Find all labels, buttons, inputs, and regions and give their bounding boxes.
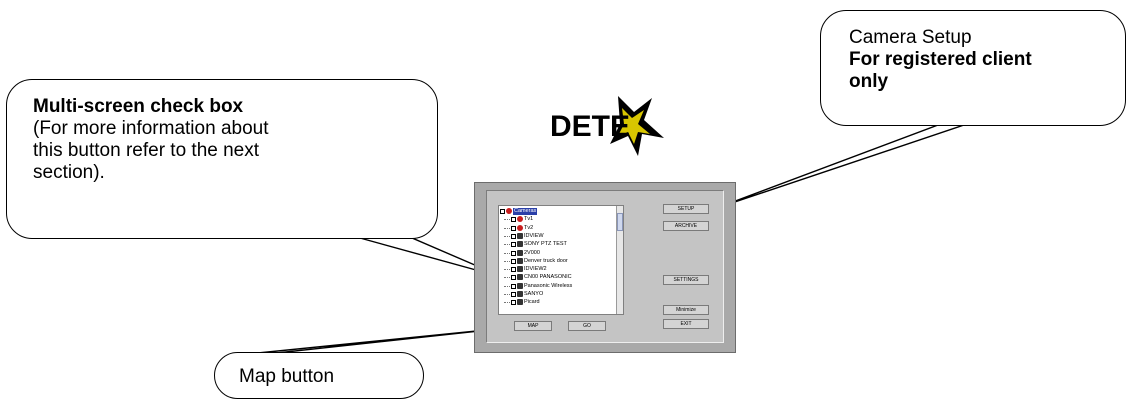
camera-callout-title: Camera Setup bbox=[849, 27, 972, 48]
multiscreen-checkbox[interactable] bbox=[511, 225, 516, 231]
camera-icon bbox=[517, 266, 523, 273]
tree-connector bbox=[504, 235, 510, 237]
camera-icon bbox=[517, 241, 523, 248]
tree-item-label: Tv2 bbox=[524, 224, 534, 231]
tree-item[interactable]: 2V000 bbox=[499, 249, 617, 257]
tree-item-label: Tv1 bbox=[524, 216, 534, 223]
tree-item[interactable]: SANYO bbox=[499, 291, 617, 298]
multiscreen-checkbox[interactable] bbox=[511, 233, 516, 239]
tree-item[interactable]: Picard bbox=[499, 299, 617, 306]
map-button-callout: Map button bbox=[214, 352, 424, 399]
multiscreen-checkbox[interactable] bbox=[511, 242, 516, 248]
multiscreen-checkbox[interactable] bbox=[500, 209, 505, 214]
tree-item-label: 2V000 bbox=[524, 249, 540, 256]
tree-item[interactable]: CN00 PANASONIC bbox=[499, 274, 617, 281]
archive-button[interactable]: ARCHIVE bbox=[663, 221, 709, 231]
tree-item-label: Panasonic Wireless bbox=[524, 282, 573, 289]
setup-button[interactable]: SETUP bbox=[663, 204, 709, 214]
tree-item-label: IDVIEW2 bbox=[524, 266, 547, 273]
logo-text: DETE bbox=[550, 110, 630, 143]
camera-tree[interactable]: Cameras Tv1 Tv2 IDVIEW SONY PTZ TEST 2V000 Den… bbox=[498, 205, 624, 315]
tree-connector bbox=[504, 302, 510, 304]
go-button[interactable]: GO bbox=[568, 321, 606, 331]
tree-connector bbox=[504, 277, 510, 279]
multiscreen-callout-line: (For more information about bbox=[33, 118, 269, 139]
tree-connector bbox=[504, 294, 510, 295]
tree-item-label: SANYO bbox=[524, 291, 544, 297]
tree-item-label: IDVIEW bbox=[524, 232, 544, 239]
multiscreen-callout-heading: Multi-screen check box bbox=[33, 96, 244, 117]
camera-setup-callout: Camera Setup For registered client only bbox=[820, 10, 1126, 126]
camera-icon bbox=[517, 249, 523, 256]
tree-item-label: Cameras bbox=[513, 208, 538, 215]
multiscreen-checkbox[interactable] bbox=[511, 292, 516, 297]
camera-callout-bold-line: For registered client bbox=[849, 49, 1032, 70]
tree-connector bbox=[504, 227, 510, 229]
tree-item[interactable]: Cameras bbox=[499, 208, 617, 215]
settings-button[interactable]: SETTINGS bbox=[663, 275, 709, 285]
tree-scroll-thumb[interactable] bbox=[617, 213, 623, 231]
tree-item[interactable]: Denver truck door bbox=[499, 257, 617, 265]
tree-item[interactable]: IDVIEW bbox=[499, 232, 617, 240]
multiscreen-callout-line: section). bbox=[33, 162, 105, 183]
multiscreen-checkbox[interactable] bbox=[511, 300, 516, 306]
detex-logo: DETE bbox=[550, 96, 664, 156]
tree-item[interactable]: IDVIEW2 bbox=[499, 266, 617, 273]
minimize-button[interactable]: Minimize bbox=[663, 305, 709, 315]
exit-button[interactable]: EXIT bbox=[663, 319, 709, 329]
tree-scrollbar[interactable] bbox=[616, 206, 623, 314]
tree-item[interactable]: Tv1 bbox=[499, 216, 617, 223]
tree-item[interactable]: Panasonic Wireless bbox=[499, 282, 617, 290]
camera-icon bbox=[517, 232, 523, 239]
tree-item[interactable]: SONY PTZ TEST bbox=[499, 241, 617, 248]
camera-icon bbox=[517, 274, 523, 281]
multiscreen-checkbox[interactable] bbox=[511, 217, 516, 223]
root-icon bbox=[506, 208, 512, 214]
map-callout-text: Map button bbox=[239, 366, 335, 387]
camera-icon bbox=[517, 291, 523, 297]
tree-item-label: SONY PTZ TEST bbox=[524, 241, 567, 248]
camera-icon bbox=[517, 299, 523, 306]
red-dome-icon bbox=[517, 224, 523, 231]
tree-connector bbox=[504, 260, 510, 262]
multiscreen-checkbox[interactable] bbox=[511, 275, 516, 281]
tree-item-label: Denver truck door bbox=[524, 257, 568, 264]
tree-connector bbox=[504, 252, 510, 254]
multiscreen-checkbox[interactable] bbox=[511, 267, 516, 273]
multiscreen-callout-line: this button refer to the next bbox=[33, 140, 260, 161]
tree-item-label: Picard bbox=[524, 299, 540, 306]
multiscreen-checkbox[interactable] bbox=[511, 258, 516, 264]
multiscreen-callout: Multi-screen check box (For more informa… bbox=[6, 79, 438, 239]
camera-icon bbox=[517, 257, 523, 264]
tree-connector bbox=[504, 219, 510, 221]
map-button[interactable]: MAP bbox=[514, 321, 552, 331]
camera-icon bbox=[517, 282, 523, 289]
tree-connector bbox=[504, 285, 510, 287]
tree-item-label: CN00 PANASONIC bbox=[524, 274, 572, 281]
tree-item[interactable]: Tv2 bbox=[499, 224, 617, 232]
camera-callout-bold-line: only bbox=[849, 71, 889, 92]
tree-connector bbox=[504, 269, 510, 271]
tree-connector bbox=[504, 244, 510, 246]
multiscreen-checkbox[interactable] bbox=[511, 250, 516, 256]
camera-pointer bbox=[713, 124, 965, 210]
red-dome-icon bbox=[517, 216, 523, 223]
multiscreen-checkbox[interactable] bbox=[511, 283, 516, 289]
